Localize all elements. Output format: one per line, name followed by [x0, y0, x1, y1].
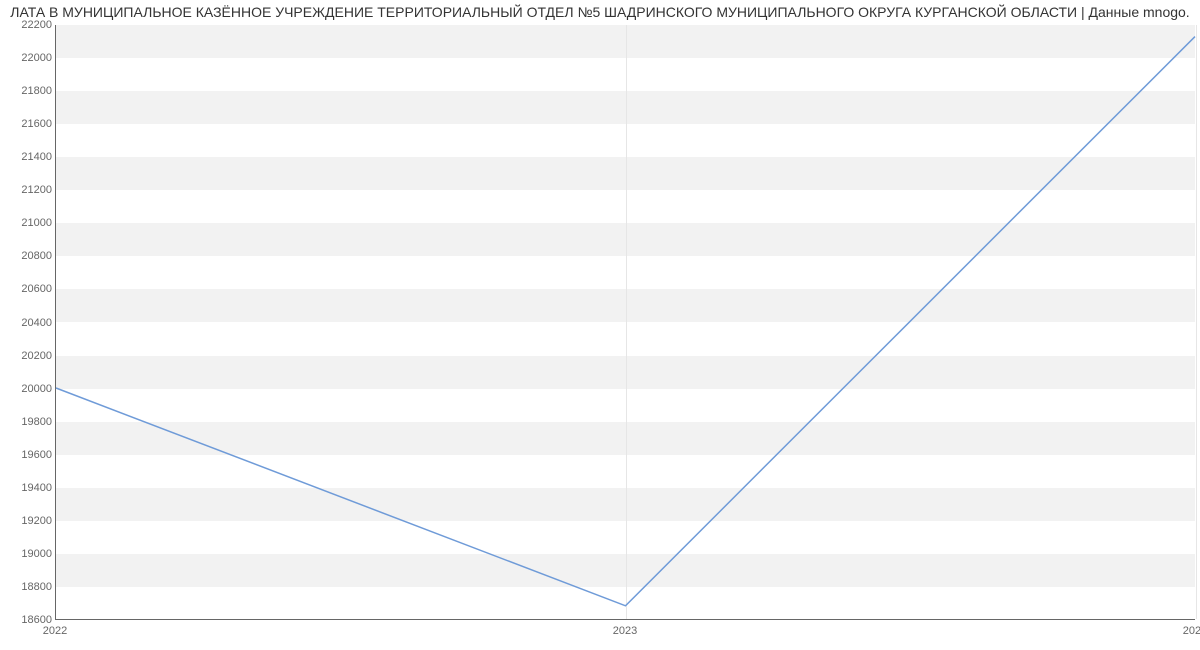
y-tick-label: 19000 — [2, 548, 52, 560]
y-tick-label: 22200 — [2, 19, 52, 31]
y-tick-label: 19400 — [2, 482, 52, 494]
y-tick-label: 19800 — [2, 416, 52, 428]
y-tick-label: 22000 — [2, 52, 52, 64]
y-tick-label: 20400 — [2, 317, 52, 329]
y-tick-label: 21200 — [2, 184, 52, 196]
line-layer — [56, 25, 1195, 619]
x-tick-label: 2023 — [613, 625, 637, 637]
y-tick-label: 21800 — [2, 85, 52, 97]
grid-line-vertical — [1196, 25, 1197, 619]
y-tick-label: 20000 — [2, 383, 52, 395]
chart-title: ЛАТА В МУНИЦИПАЛЬНОЕ КАЗЁННОЕ УЧРЕЖДЕНИЕ… — [0, 4, 1200, 20]
plot-area — [55, 25, 1195, 620]
y-tick-label: 21600 — [2, 118, 52, 130]
y-tick-label: 21000 — [2, 217, 52, 229]
series-line — [56, 37, 1195, 606]
y-tick-label: 19600 — [2, 449, 52, 461]
y-tick-label: 20200 — [2, 350, 52, 362]
y-tick-label: 20600 — [2, 283, 52, 295]
x-tick-label: 2022 — [43, 625, 67, 637]
y-tick-label: 20800 — [2, 250, 52, 262]
y-tick-label: 21400 — [2, 151, 52, 163]
y-tick-label: 18800 — [2, 581, 52, 593]
x-tick-label: 2024 — [1183, 625, 1200, 637]
y-tick-label: 19200 — [2, 515, 52, 527]
